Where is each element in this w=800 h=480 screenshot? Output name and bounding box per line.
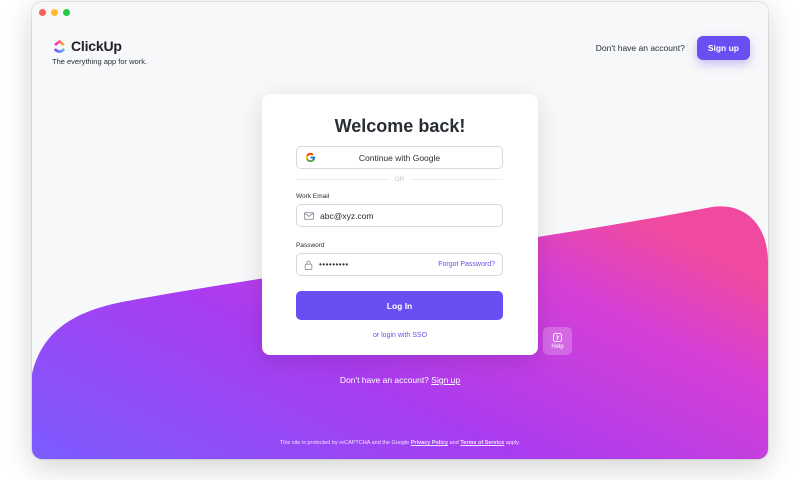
svg-text:?: ? (556, 334, 560, 341)
email-value: abc@xyz.com (320, 210, 374, 221)
email-field[interactable]: abc@xyz.com (296, 204, 503, 227)
footer-question: Don't have an account? (339, 375, 429, 385)
legal-prefix: This site is protected by reCAPTCHA and … (279, 440, 410, 446)
password-label: Password (296, 242, 325, 249)
or-divider: OR (296, 176, 503, 183)
legal-notice: This site is protected by reCAPTCHA and … (32, 440, 768, 446)
legal-suffix: apply. (505, 440, 521, 446)
login-card: Welcome back! Continue with Google OR Wo… (262, 94, 538, 355)
help-button[interactable]: ? Help (543, 327, 572, 355)
sso-login-link[interactable]: or login with SSO (262, 332, 538, 339)
brand-tagline: The everything app for work. (52, 57, 148, 66)
clickup-logo[interactable]: ClickUp (52, 38, 122, 54)
continue-with-google-button[interactable]: Continue with Google (296, 146, 503, 169)
forgot-password-link[interactable]: Forgot Password? (438, 261, 495, 268)
legal-and: and (449, 440, 459, 446)
mail-icon (304, 211, 314, 220)
brand-name: ClickUp (71, 38, 122, 54)
google-icon (305, 152, 316, 163)
or-label: OR (394, 176, 405, 183)
login-button[interactable]: Log In (296, 291, 503, 320)
help-icon: ? (553, 332, 562, 342)
clickup-logo-icon (53, 39, 66, 53)
google-button-label: Continue with Google (358, 152, 441, 163)
app-window: ClickUp The everything app for work. Don… (32, 2, 768, 459)
lock-icon (304, 260, 313, 270)
password-value: ••••••••• (319, 260, 349, 269)
privacy-policy-link[interactable]: Privacy Policy (411, 440, 448, 446)
signup-button[interactable]: Sign up (696, 36, 750, 60)
email-label: Work Email (296, 193, 330, 200)
header-question: Don't have an account? (595, 43, 685, 53)
page-title: Welcome back! (334, 116, 466, 136)
divider-line (296, 179, 389, 180)
terms-of-service-link[interactable]: Terms of Service (460, 440, 504, 446)
footer-signup-link[interactable]: Sign up (431, 375, 460, 385)
footer-signup: Don't have an account? Sign up (32, 375, 768, 385)
divider-line (410, 179, 503, 180)
header-signup: Don't have an account? Sign up (596, 36, 750, 60)
password-field[interactable]: ••••••••• Forgot Password? (296, 253, 503, 276)
help-label: Help (551, 343, 564, 350)
